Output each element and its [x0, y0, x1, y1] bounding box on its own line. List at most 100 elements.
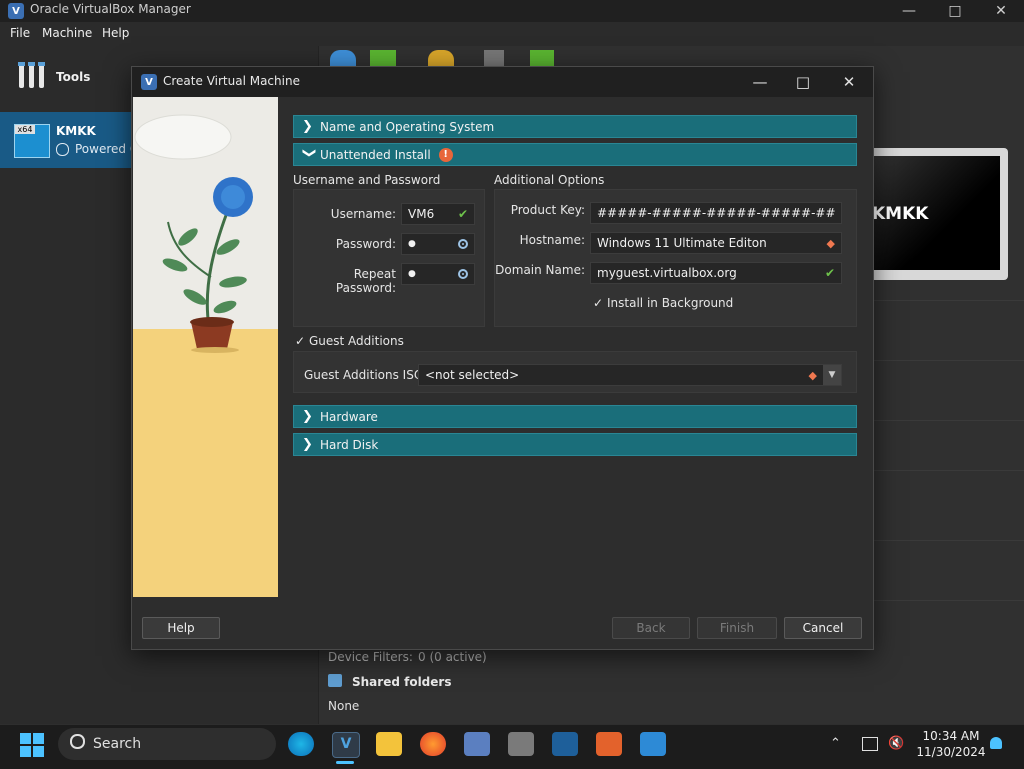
presentation-app-icon[interactable]	[596, 732, 622, 756]
network-icon[interactable]	[862, 737, 878, 751]
start-toolbar-icon[interactable]	[530, 50, 554, 66]
install-in-background-label: Install in Background	[607, 296, 734, 310]
show-password-eye-icon[interactable]	[458, 239, 468, 249]
repeat-password-label: Repeat Password:	[335, 267, 396, 295]
show-repeat-password-eye-icon[interactable]	[458, 269, 468, 279]
hostname-value: Windows 11 Ultimate Editon	[597, 236, 767, 250]
start-windows-icon[interactable]	[20, 733, 44, 757]
invalid-icon: ◆	[826, 236, 835, 250]
chevron-right-icon: ❯	[302, 119, 313, 134]
remote-desktop-icon[interactable]	[464, 732, 490, 756]
vm-preview-label: KMKK	[872, 204, 929, 224]
password-value: ●	[408, 239, 416, 249]
product-key-value: #####-#####-#####-#####-#####	[597, 206, 835, 220]
add-toolbar-icon[interactable]	[428, 50, 454, 66]
discard-toolbar-icon[interactable]	[484, 50, 504, 66]
device-filters-value: 0 (0 active)	[418, 650, 487, 664]
shared-folders-heading[interactable]: Shared folders	[352, 675, 451, 689]
section-name-and-os-label: Name and Operating System	[320, 119, 495, 134]
section-unattended-install[interactable]: ❯ Unattended Install !	[293, 143, 857, 166]
vm-preview-screen: KMKK	[872, 156, 1000, 270]
minimize-icon[interactable]: —	[886, 0, 932, 22]
dialog-maximize-icon[interactable]: □	[780, 67, 826, 97]
dialog-close-icon[interactable]: ✕	[826, 67, 872, 97]
domain-name-value: myguest.virtualbox.org	[597, 266, 737, 280]
vm-os-icon: x64	[14, 124, 50, 158]
repeat-password-input[interactable]: ●	[401, 263, 475, 285]
help-button[interactable]: Help	[142, 617, 220, 639]
file-explorer-icon[interactable]	[376, 732, 402, 756]
taskbar-search-box[interactable]: Search	[58, 728, 276, 760]
dialog-minimize-icon[interactable]: —	[737, 67, 783, 97]
username-input[interactable]: VM6 ✔	[401, 203, 475, 225]
guest-additions-iso-select[interactable]: <not selected> ◆ ▼	[418, 364, 842, 386]
repeat-password-value: ●	[408, 269, 416, 279]
search-placeholder: Search	[93, 736, 142, 752]
package-app-icon[interactable]	[508, 732, 534, 756]
menu-file[interactable]: File	[10, 26, 30, 40]
dropdown-arrow-icon[interactable]: ▼	[823, 365, 841, 385]
invalid-icon: ◆	[808, 368, 817, 382]
dialog-title-bar: V Create Virtual Machine — □ ✕	[132, 67, 873, 97]
product-key-input[interactable]: #####-#####-#####-#####-#####	[590, 202, 842, 224]
guest-additions-iso-value: <not selected>	[425, 368, 520, 382]
virtualbox-taskbar-icon[interactable]: V	[332, 732, 360, 758]
chevron-right-icon: ❯	[302, 409, 313, 424]
password-label: Password:	[335, 237, 396, 251]
clock-date[interactable]: 11/30/2024	[916, 745, 986, 759]
search-icon	[70, 734, 85, 749]
menu-bar: File Machine Help	[0, 22, 1024, 46]
chevron-up-icon[interactable]: ⌃	[830, 736, 841, 751]
active-app-indicator	[336, 761, 354, 764]
menu-machine[interactable]: Machine	[42, 26, 92, 40]
section-name-and-os[interactable]: ❯ Name and Operating System	[293, 115, 857, 138]
menu-help[interactable]: Help	[102, 26, 129, 40]
username-label: Username:	[330, 207, 396, 221]
section-unattended-label: Unattended Install	[320, 147, 431, 162]
power-icon	[56, 142, 69, 156]
main-title-bar: V Oracle VirtualBox Manager — □ ✕	[0, 0, 1024, 22]
section-hard-disk-label: Hard Disk	[320, 437, 379, 452]
chart-app-icon[interactable]	[640, 732, 666, 756]
hostname-input[interactable]: Windows 11 Ultimate Editon ◆	[590, 232, 842, 254]
settings-toolbar-icon[interactable]	[330, 50, 356, 66]
dialog-title: Create Virtual Machine	[163, 74, 300, 88]
chevron-down-icon: ❯	[301, 147, 317, 159]
username-group-title: Username and Password	[293, 173, 441, 187]
valid-check-icon: ✔	[824, 266, 835, 280]
guest-additions-label: Guest Additions	[309, 334, 404, 348]
firefox-icon[interactable]	[420, 732, 446, 756]
app-icon[interactable]	[552, 732, 578, 756]
volume-muted-icon[interactable]: 🔇	[888, 736, 904, 751]
virtualbox-logo-icon: V	[141, 74, 157, 90]
cancel-button[interactable]: Cancel	[784, 617, 862, 639]
guest-additions-checkbox[interactable]: ✓ Guest Additions	[295, 334, 404, 348]
shared-folders-icon	[328, 674, 342, 687]
edge-browser-icon[interactable]	[288, 732, 314, 756]
notification-bell-icon[interactable]	[990, 737, 1002, 749]
password-input[interactable]: ●	[401, 233, 475, 255]
close-icon[interactable]: ✕	[978, 0, 1024, 22]
vm-arch-badge: x64	[15, 125, 35, 134]
device-filters-label: Device Filters:	[328, 650, 413, 664]
clock-time[interactable]: 10:34 AM	[920, 729, 982, 743]
create-vm-dialog: V Create Virtual Machine — □ ✕ ❯ Name an…	[131, 66, 874, 650]
install-in-background-checkbox[interactable]: ✓ Install in Background	[593, 296, 733, 310]
vm-name: KMKK	[56, 124, 96, 138]
guest-additions-iso-label: Guest Additions ISO:	[304, 368, 428, 382]
finish-button[interactable]: Finish	[697, 617, 777, 639]
tools-label: Tools	[56, 70, 91, 84]
section-hardware-label: Hardware	[320, 409, 378, 424]
main-window-title: Oracle VirtualBox Manager	[30, 2, 191, 16]
section-hardware[interactable]: ❯ Hardware	[293, 405, 857, 428]
new-toolbar-icon[interactable]	[370, 50, 396, 66]
warning-icon: !	[438, 147, 453, 162]
section-hard-disk[interactable]: ❯ Hard Disk	[293, 433, 857, 456]
back-button[interactable]: Back	[612, 617, 690, 639]
virtualbox-logo-icon: V	[8, 3, 24, 19]
maximize-icon[interactable]: □	[932, 0, 978, 22]
domain-name-input[interactable]: myguest.virtualbox.org ✔	[590, 262, 842, 284]
username-value: VM6	[408, 207, 435, 221]
checkmark-icon: ✓	[295, 334, 306, 348]
shared-folders-value: None	[328, 699, 360, 713]
